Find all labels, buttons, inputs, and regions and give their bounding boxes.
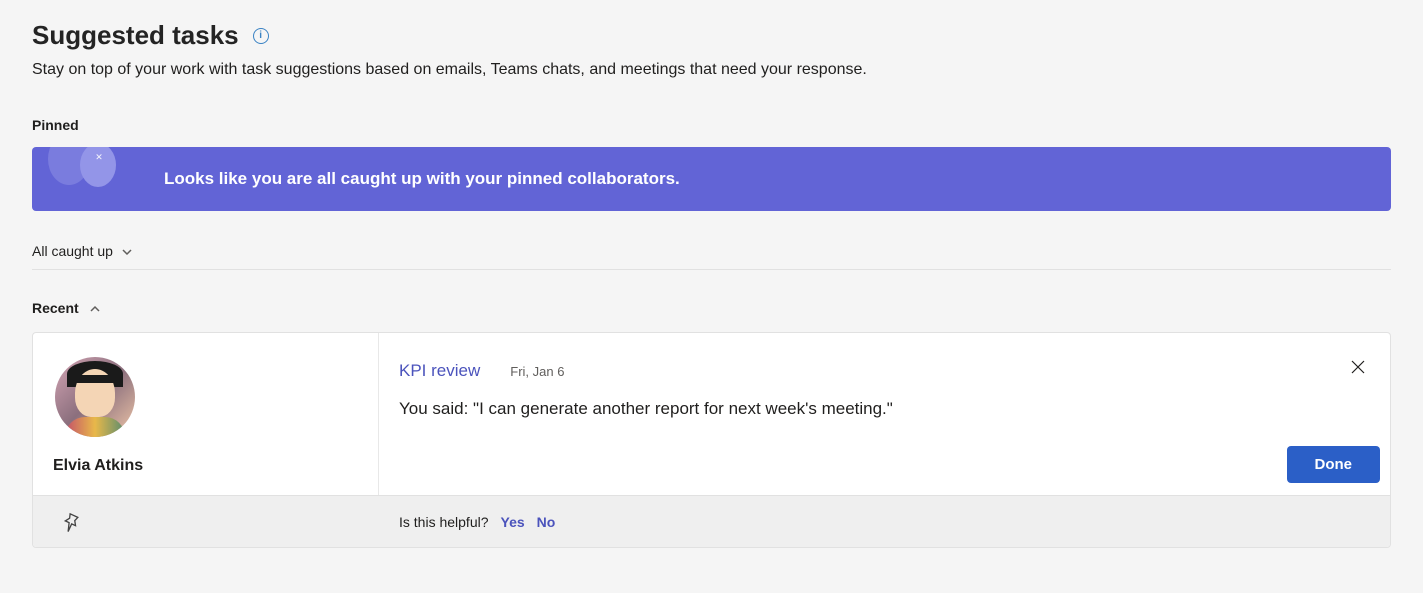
task-body: You said: "I can generate another report…	[399, 399, 1370, 419]
balloons-icon: ✕	[44, 147, 144, 211]
page-title: Suggested tasks	[32, 20, 239, 51]
task-content-panel: KPI review Fri, Jan 6 You said: "I can g…	[379, 333, 1390, 495]
info-icon[interactable]: i	[253, 28, 269, 44]
pinned-caught-up-banner: ✕ Looks like you are all caught up with …	[32, 147, 1391, 211]
task-card-footer: Is this helpful? Yes No	[33, 495, 1390, 547]
close-icon[interactable]	[1350, 359, 1370, 379]
task-title-link[interactable]: KPI review	[399, 361, 480, 381]
feedback-yes-link[interactable]: Yes	[501, 514, 525, 530]
all-caught-up-toggle[interactable]: All caught up	[32, 237, 1391, 265]
chevron-up-icon	[89, 302, 101, 314]
banner-text: Looks like you are all caught up with yo…	[164, 169, 680, 189]
task-person-panel: Elvia Atkins	[33, 333, 379, 495]
recent-section-toggle[interactable]: Recent	[32, 300, 1391, 316]
recent-section-label: Recent	[32, 300, 79, 316]
page-header: Suggested tasks i	[32, 20, 1391, 51]
all-caught-up-label: All caught up	[32, 243, 113, 259]
pin-icon[interactable]	[61, 512, 81, 532]
task-date: Fri, Jan 6	[510, 364, 564, 379]
feedback-no-link[interactable]: No	[537, 514, 556, 530]
pinned-section-label: Pinned	[32, 117, 1391, 133]
task-card: Elvia Atkins KPI review Fri, Jan 6 You s…	[32, 332, 1391, 548]
avatar[interactable]	[55, 357, 135, 437]
page-subtitle: Stay on top of your work with task sugge…	[32, 61, 1391, 79]
chevron-down-icon	[121, 245, 133, 257]
divider	[32, 269, 1391, 270]
done-button[interactable]: Done	[1287, 446, 1381, 483]
person-name: Elvia Atkins	[53, 457, 143, 475]
feedback-prompt: Is this helpful?	[399, 514, 489, 530]
